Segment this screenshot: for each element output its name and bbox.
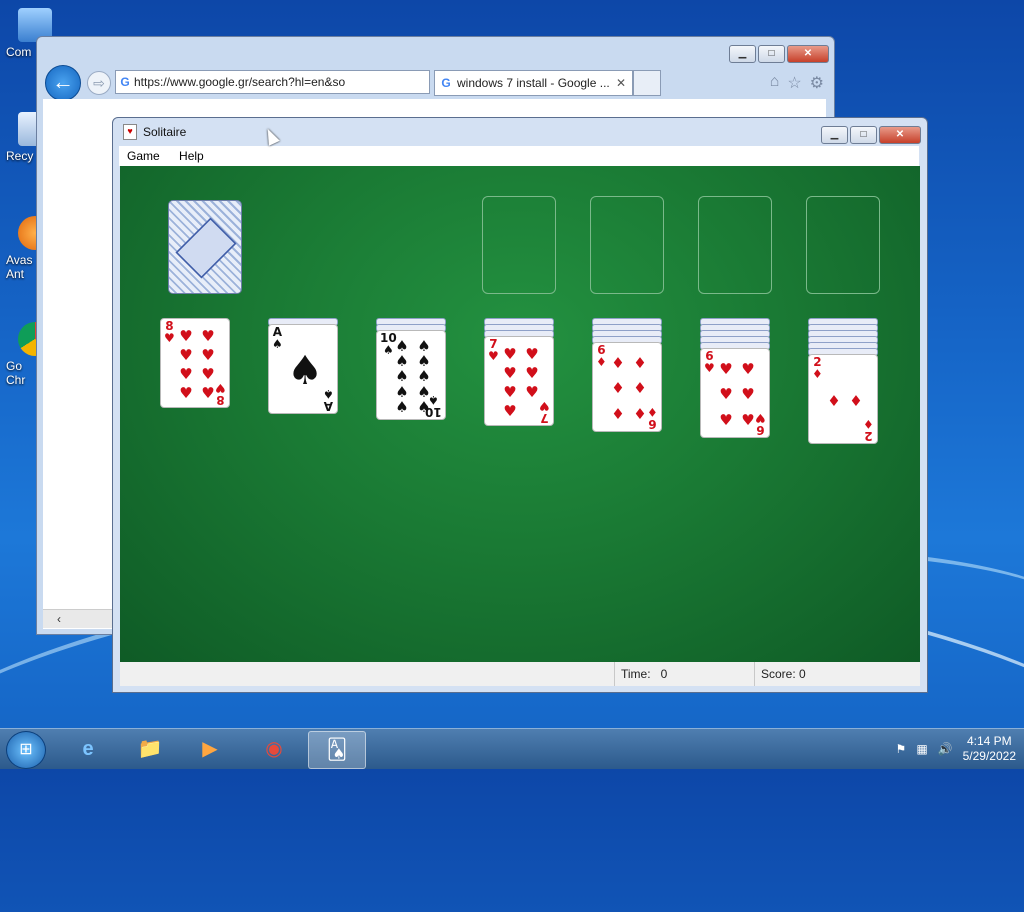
browser-tab[interactable]: Gwindows 7 install - Google ... ✕ [434, 70, 633, 96]
menu-help[interactable]: Help [179, 149, 204, 163]
face-up-card[interactable]: A ♠ ♠ A ♠ [268, 324, 338, 414]
taskbar-media-player[interactable]: ▶ [182, 731, 238, 767]
game-table[interactable]: 8 ♥ ♥ ♥ ♥ ♥ ♥ ♥ ♥ ♥ 8 ♥ A ♠ ♠ A ♠ 10 ♠ ♠ ♠ ♠ ♠ ♠ ♠ ♠ ♠ ♠ ♠ 10 ♠ 7 ♥ ♥ ♥ ♥ ♥ ♥… [120, 166, 920, 662]
face-up-card[interactable]: 7 ♥ ♥ ♥ ♥ ♥ ♥ ♥ ♥ 7 ♥ [484, 336, 554, 426]
close-button[interactable]: ✕ [787, 45, 829, 63]
face-up-card[interactable]: 8 ♥ ♥ ♥ ♥ ♥ ♥ ♥ ♥ ♥ 8 ♥ [160, 318, 230, 408]
card-pips: ♦ ♦ [827, 391, 863, 410]
system-tray: ⚑ ▦ 🔊 4:14 PM 5/29/2022 [896, 729, 1016, 769]
stock-pile[interactable] [168, 200, 242, 294]
card-rank: 6 ♥ [755, 411, 766, 437]
taskbar-chrome[interactable]: ◉ [246, 731, 302, 767]
card-rank: A ♠ [323, 387, 334, 413]
solitaire-app-icon: ♥ [123, 124, 137, 140]
new-tab-button[interactable] [633, 70, 661, 96]
card-rank: 8 ♥ [164, 319, 175, 345]
minimize-button[interactable]: ▁ [729, 45, 756, 63]
face-up-card[interactable]: 10 ♠ ♠ ♠ ♠ ♠ ♠ ♠ ♠ ♠ ♠ ♠ 10 ♠ [376, 330, 446, 420]
card-pips: ♦ ♦ ♦ ♦ ♦ ♦ [611, 354, 647, 423]
start-button[interactable]: ⊞ [6, 731, 46, 769]
foundation-slot[interactable] [590, 196, 664, 294]
card-rank: 2 ♦ [863, 417, 874, 443]
card-pips: ♠ [287, 347, 323, 394]
network-icon[interactable]: ▦ [916, 742, 927, 756]
tab-title: windows 7 install - Google ... [457, 76, 610, 90]
card-rank: 7 ♥ [539, 399, 550, 425]
browser-toolbar-icons: ⌂ ☆ ⚙ [770, 73, 824, 93]
tab-close-icon[interactable]: ✕ [616, 71, 626, 95]
card-rank: 6 ♥ [704, 349, 715, 375]
maximize-button[interactable]: □ [758, 45, 785, 63]
window-title: ♥ Solitaire [123, 124, 186, 140]
close-button[interactable]: ✕ [879, 126, 921, 144]
card-back-pattern [175, 217, 237, 279]
minimize-button[interactable]: ▁ [821, 126, 848, 144]
forward-button[interactable]: ⇨ [87, 71, 111, 95]
gear-icon[interactable]: ⚙ [810, 73, 824, 93]
time-display: Time: 0 [614, 662, 757, 686]
google-icon: G [120, 75, 130, 89]
taskbar-file-explorer[interactable]: 📁 [122, 731, 178, 767]
address-bar[interactable]: Ghttps://www.google.gr/search?hl=en&so [115, 70, 430, 94]
window-title-text: Solitaire [143, 125, 187, 139]
solitaire-window-controls: ▁ □ ✕ [821, 126, 921, 144]
face-up-card[interactable]: 6 ♥ ♥ ♥ ♥ ♥ ♥ ♥ 6 ♥ [700, 348, 770, 438]
foundation-slot[interactable] [482, 196, 556, 294]
action-center-flag-icon[interactable]: ⚑ [896, 742, 907, 756]
maximize-button[interactable]: □ [850, 126, 877, 144]
card-pips: ♥ ♥ ♥ ♥ ♥ ♥ ♥ ♥ [179, 327, 215, 402]
card-rank: 10 ♠ [425, 393, 442, 419]
google-icon: G [441, 76, 451, 90]
browser-window-controls: ▁ □ ✕ [729, 45, 829, 63]
foundation-slot[interactable] [698, 196, 772, 294]
taskbar-internet-explorer[interactable]: e [60, 731, 116, 767]
solitaire-window: ♥ Solitaire ▁ □ ✕ Game Help 8 ♥ ♥ ♥ ♥ ♥ ♥ ♥ ♥ ♥ 8 ♥… [112, 117, 928, 693]
taskbar: ⊞ e 📁 ▶ ◉ 🂡 ⚑ ▦ 🔊 4:14 PM 5/29/2022 [0, 728, 1024, 769]
taskbar-solitaire[interactable]: 🂡 [308, 731, 366, 769]
foundation-slot[interactable] [806, 196, 880, 294]
card-rank: A ♠ [272, 325, 283, 351]
card-rank: 7 ♥ [488, 337, 499, 363]
score-display: Score: 0 [754, 662, 911, 686]
url-text: https://www.google.gr/search?hl=en&so [134, 75, 346, 89]
face-up-card[interactable]: 2 ♦ ♦ ♦ 2 ♦ [808, 354, 878, 444]
back-button[interactable]: ← [45, 65, 81, 101]
volume-icon[interactable]: 🔊 [938, 742, 953, 756]
card-rank: 2 ♦ [812, 355, 823, 381]
card-rank: 8 ♥ [215, 381, 226, 407]
card-rank: 6 ♦ [647, 405, 658, 431]
favorites-star-icon[interactable]: ☆ [787, 73, 801, 93]
face-up-card[interactable]: 6 ♦ ♦ ♦ ♦ ♦ ♦ ♦ 6 ♦ [592, 342, 662, 432]
card-pips: ♥ ♥ ♥ ♥ ♥ ♥ [719, 360, 755, 429]
menu-bar: Game Help [119, 146, 919, 166]
status-bar: Time: 0 Score: 0 [120, 662, 920, 686]
clock[interactable]: 4:14 PM 5/29/2022 [963, 734, 1016, 764]
menu-game[interactable]: Game [127, 149, 160, 163]
home-icon[interactable]: ⌂ [770, 73, 780, 93]
card-rank: 6 ♦ [596, 343, 607, 369]
card-pips: ♥ ♥ ♥ ♥ ♥ ♥ ♥ [503, 345, 539, 420]
